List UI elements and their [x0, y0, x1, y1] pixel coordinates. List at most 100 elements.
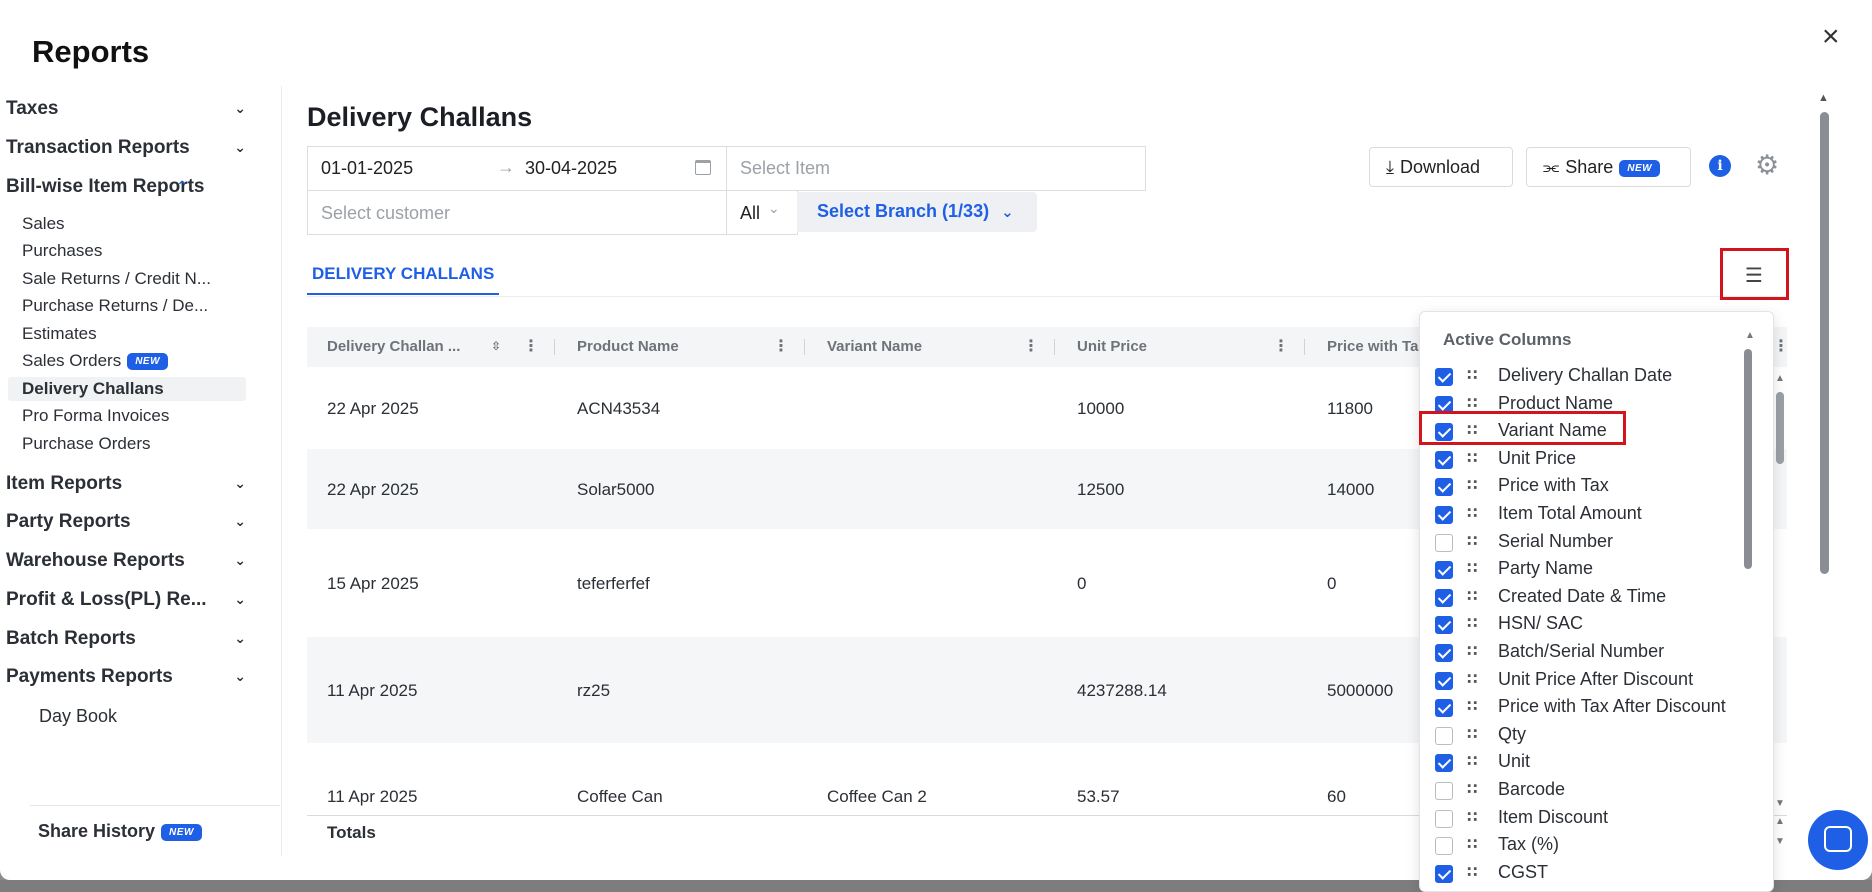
scroll-up-icon[interactable]: ▲: [1775, 373, 1785, 384]
checkbox[interactable]: [1435, 588, 1453, 607]
checkbox[interactable]: [1435, 809, 1453, 828]
scroll-up-icon[interactable]: ▲: [1745, 330, 1755, 341]
drag-handle-icon[interactable]: ∷: [1467, 725, 1477, 743]
checkbox[interactable]: [1435, 561, 1453, 580]
cell-price-tax: 60: [1327, 787, 1346, 806]
sidebar-item-purchases[interactable]: Purchases: [22, 241, 252, 261]
drag-handle-icon[interactable]: ∷: [1467, 476, 1477, 494]
column-option-label: Price with Tax: [1498, 475, 1609, 496]
cell-product: Solar5000: [577, 480, 655, 499]
sort-icon[interactable]: ⇳: [491, 339, 501, 353]
checkbox[interactable]: [1435, 478, 1453, 497]
checkbox[interactable]: [1435, 782, 1453, 800]
drag-handle-icon[interactable]: ∷: [1467, 366, 1477, 384]
info-icon[interactable]: i: [1709, 155, 1731, 177]
column-header[interactable]: Variant Name: [827, 338, 922, 355]
checkbox[interactable]: [1435, 644, 1453, 662]
checkbox[interactable]: [1435, 533, 1453, 552]
sidebar-section-payments-reports[interactable]: Payments Reports ⌄: [6, 666, 256, 688]
share-history-link[interactable]: Share History NEW: [38, 821, 268, 842]
sidebar-item-sales[interactable]: Sales: [22, 214, 252, 234]
drag-handle-icon[interactable]: ∷: [1467, 808, 1477, 826]
sidebar-item-day-book[interactable]: Day Book: [39, 706, 269, 727]
drag-handle-icon[interactable]: ∷: [1467, 642, 1477, 660]
drag-handle-icon[interactable]: ∷: [1467, 780, 1477, 798]
sidebar-item-delivery-challans[interactable]: Delivery Challans: [8, 377, 246, 401]
page-scrollbar[interactable]: [1820, 112, 1829, 574]
column-settings-button[interactable]: ☰: [1720, 248, 1789, 300]
column-header[interactable]: Unit Price: [1077, 338, 1147, 355]
sidebar-item-purchase-returns[interactable]: Purchase Returns / De...: [22, 296, 252, 316]
checkbox[interactable]: [1435, 450, 1453, 469]
drag-handle-icon[interactable]: ∷: [1467, 697, 1477, 715]
checkbox[interactable]: [1435, 726, 1453, 745]
dropdown-scrollbar[interactable]: [1744, 349, 1752, 569]
tab-delivery-challans[interactable]: DELIVERY CHALLANS: [307, 264, 499, 295]
select-branch-button[interactable]: Select Branch (1/33) ⌄: [797, 192, 1037, 232]
chevron-down-icon: ⌄: [234, 513, 246, 529]
date-from[interactable]: 01-01-2025: [321, 158, 413, 179]
drag-handle-icon[interactable]: ∷: [1467, 587, 1477, 605]
chat-button[interactable]: [1808, 810, 1868, 870]
cell-date: 11 Apr 2025: [327, 681, 418, 700]
checkbox[interactable]: [1435, 699, 1453, 718]
drag-handle-icon[interactable]: ∷: [1467, 670, 1477, 688]
status-select[interactable]: [726, 190, 798, 235]
column-resize-handle[interactable]: [1304, 339, 1305, 355]
checkbox[interactable]: [1435, 754, 1453, 773]
drag-handle-icon[interactable]: ∷: [1467, 449, 1477, 467]
drag-handle-icon[interactable]: ∷: [1467, 532, 1477, 550]
scroll-down-icon[interactable]: ▼: [1775, 836, 1785, 847]
sidebar-section-party-reports[interactable]: Party Reports ⌄: [6, 511, 256, 533]
gear-icon[interactable]: ⚙: [1755, 152, 1779, 179]
drag-handle-icon[interactable]: ∷: [1467, 559, 1477, 577]
share-button[interactable]: ⫘ Share NEW: [1526, 147, 1691, 187]
column-menu-icon[interactable]: ⋮: [1023, 336, 1039, 356]
sidebar-section-billwise-item-reports[interactable]: Bill-wise Item Reports ⌃: [6, 176, 256, 198]
sidebar-item-estimates[interactable]: Estimates: [22, 324, 252, 344]
sidebar-section-warehouse-reports[interactable]: Warehouse Reports ⌄: [6, 550, 256, 572]
column-resize-handle[interactable]: [804, 339, 805, 355]
table-scrollbar[interactable]: [1776, 392, 1784, 464]
column-menu-icon[interactable]: ⋮: [1273, 336, 1289, 356]
scroll-up-icon[interactable]: ▲: [1818, 92, 1829, 104]
sidebar-section-label: Taxes: [6, 98, 59, 119]
sidebar-item-purchase-orders[interactable]: Purchase Orders: [22, 434, 252, 454]
column-resize-handle[interactable]: [1054, 339, 1055, 355]
column-header[interactable]: Delivery Challan ...: [327, 338, 460, 355]
drag-handle-icon[interactable]: ∷: [1467, 835, 1477, 853]
checkbox[interactable]: [1435, 616, 1453, 635]
sidebar-item-sales-orders[interactable]: Sales Orders NEW: [22, 351, 252, 371]
drag-handle-icon[interactable]: ∷: [1467, 504, 1477, 522]
calendar-icon[interactable]: [695, 160, 711, 175]
checkbox[interactable]: [1435, 864, 1453, 883]
column-option-label: Delivery Challan Date: [1498, 365, 1673, 385]
sidebar-section-taxes[interactable]: Taxes ⌄: [6, 98, 256, 120]
drag-handle-icon[interactable]: ∷: [1467, 614, 1477, 632]
checkbox[interactable]: [1435, 671, 1453, 690]
date-to[interactable]: 30-04-2025: [525, 158, 617, 179]
checkbox[interactable]: [1435, 368, 1453, 386]
close-icon[interactable]: ×: [1822, 22, 1840, 52]
scroll-up-icon[interactable]: ▲: [1775, 816, 1785, 827]
scroll-down-icon[interactable]: ▼: [1775, 798, 1785, 809]
column-menu-icon[interactable]: ⋮: [773, 336, 789, 356]
checkbox[interactable]: [1435, 837, 1453, 856]
sidebar-section-profit-loss[interactable]: Profit & Loss(PL) Re... ⌄: [6, 589, 256, 611]
column-option-label: Qty: [1498, 723, 1527, 744]
sidebar-item-pro-forma-invoices[interactable]: Pro Forma Invoices: [22, 406, 252, 426]
drag-handle-icon[interactable]: ∷: [1467, 752, 1477, 770]
sidebar-item-sale-returns[interactable]: Sale Returns / Credit N...: [22, 269, 252, 289]
column-menu-icon[interactable]: ⋮: [523, 336, 539, 356]
drag-handle-icon[interactable]: ∷: [1467, 863, 1477, 881]
sidebar-section-item-reports[interactable]: Item Reports ⌄: [6, 473, 256, 495]
column-header[interactable]: Product Name: [577, 338, 679, 355]
checkbox[interactable]: [1435, 506, 1453, 524]
drag-handle-icon[interactable]: ∷: [1467, 394, 1477, 412]
sidebar-section-batch-reports[interactable]: Batch Reports ⌄: [6, 628, 256, 650]
column-menu-icon[interactable]: ⋮: [1773, 336, 1789, 356]
download-button[interactable]: ⤓ Download: [1369, 147, 1513, 187]
column-resize-handle[interactable]: [554, 339, 555, 355]
sidebar-section-transaction-reports[interactable]: Transaction Reports ⌄: [6, 137, 256, 159]
column-header[interactable]: Price with Ta: [1327, 338, 1418, 355]
